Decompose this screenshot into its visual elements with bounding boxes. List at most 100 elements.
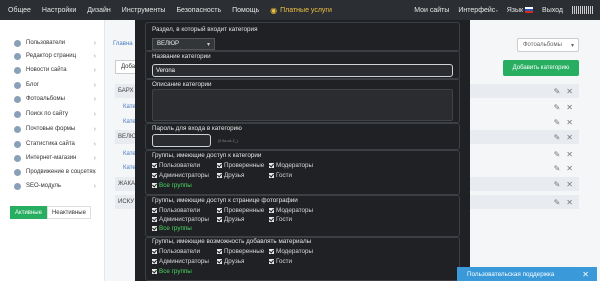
sidebar-item-photoalbums[interactable]: Фотоальбомы › [14, 93, 102, 105]
checkbox-users[interactable]: Пользователи [152, 162, 200, 169]
checkbox-checked-icon [152, 249, 157, 254]
edit-icon[interactable]: ✎ [554, 118, 561, 127]
checkbox-label: Модераторы [276, 207, 314, 214]
tab-active[interactable]: Активные [10, 206, 47, 219]
module-status-tabs: Активные Неактивные [10, 206, 91, 219]
checkbox-guests[interactable]: Гости [269, 172, 292, 179]
user-nickname-scribble[interactable] [572, 6, 594, 14]
checkbox-moderators[interactable]: Модераторы [269, 162, 313, 169]
nav-help[interactable]: Помощь [232, 7, 259, 14]
checkbox-administrators[interactable]: Администраторы [152, 216, 209, 223]
checkbox-all-groups[interactable]: Все группы [152, 182, 192, 189]
category-password-input[interactable] [152, 134, 211, 147]
checkbox-friends[interactable]: Друзья [217, 258, 244, 265]
close-icon[interactable]: ✕ [582, 270, 589, 279]
support-label: Пользовательская поддержка [467, 270, 555, 278]
tab-inactive[interactable]: Неактивные [46, 206, 91, 219]
checkbox-friends[interactable]: Друзья [217, 172, 244, 179]
checkbox-verified[interactable]: Проверенные [217, 248, 264, 255]
nav-paid-services[interactable]: ◉ Платные услуги [270, 6, 332, 15]
interface-label: Интерфейс [458, 6, 496, 14]
sidebar-item-social-promotion[interactable]: Продвижение в соцсетях › [14, 166, 102, 178]
support-widget[interactable]: Пользовательская поддержка ✕ [457, 267, 597, 281]
blog-icon [14, 81, 21, 89]
row-label: Кате [123, 104, 136, 110]
sidebar-item-news[interactable]: Новости сайта › [14, 64, 102, 76]
delete-icon[interactable]: ✕ [566, 133, 573, 142]
checkbox-checked-icon [152, 269, 157, 274]
checkbox-all-groups[interactable]: Все группы [152, 268, 192, 275]
row-actions: ✎ ✕ [548, 87, 573, 96]
checkbox-checked-icon [269, 259, 274, 264]
sidebar-item-seo[interactable]: SEO-модуль › [14, 180, 102, 192]
sidebar-item-mail-forms[interactable]: Почтовые формы › [14, 123, 102, 135]
nav-settings[interactable]: Настройки [42, 7, 76, 14]
checkbox-guests[interactable]: Гости [269, 216, 292, 223]
edit-icon[interactable]: ✎ [554, 164, 561, 173]
checkbox-guests[interactable]: Гости [269, 258, 292, 265]
delete-icon[interactable]: ✕ [566, 180, 573, 189]
nav-design[interactable]: Дизайн [87, 7, 111, 14]
checkbox-users[interactable]: Пользователи [152, 207, 200, 214]
add-category-button[interactable]: Добавить категорию [503, 60, 579, 76]
interface-link[interactable]: Интерфейс▪ [458, 7, 497, 14]
checkbox-label: Гости [276, 258, 293, 265]
checkbox-checked-icon [217, 173, 222, 178]
edit-icon[interactable]: ✎ [554, 198, 561, 207]
checkbox-moderators[interactable]: Модераторы [269, 207, 313, 214]
module-select[interactable]: Фотоальбомы ▾ [517, 38, 579, 52]
checkbox-verified[interactable]: Проверенные [217, 162, 264, 169]
mail-icon [14, 125, 21, 133]
sidebar-item-label: Редактор страниц [26, 53, 77, 59]
sidebar-item-label: Пользователи [26, 40, 66, 46]
sidebar-item-label: Интернет-магазин [26, 155, 77, 161]
section-select[interactable]: ВЕЛЮР ▾ [152, 38, 215, 50]
checkbox-checked-icon [152, 163, 157, 168]
checkbox-checked-icon [152, 259, 157, 264]
edit-icon[interactable]: ✎ [554, 87, 561, 96]
nav-security[interactable]: Безопасность [176, 7, 221, 14]
section-label: Раздел, в который входит категория [152, 26, 258, 33]
edit-icon[interactable]: ✎ [554, 103, 561, 112]
checkbox-all-groups[interactable]: Все группы [152, 225, 192, 232]
sidebar-item-users[interactable]: Пользователи › [14, 37, 102, 49]
sidebar-item-statistics[interactable]: Статистика сайта › [14, 138, 102, 150]
delete-icon[interactable]: ✕ [566, 150, 573, 159]
delete-icon[interactable]: ✕ [566, 103, 573, 112]
delete-icon[interactable]: ✕ [566, 198, 573, 207]
edit-icon[interactable]: ✎ [554, 133, 561, 142]
checkbox-friends[interactable]: Друзья [217, 216, 244, 223]
my-sites-link[interactable]: Мои сайты [414, 7, 449, 14]
checkbox-label: Пользователи [159, 207, 201, 214]
delete-icon[interactable]: ✕ [566, 164, 573, 173]
category-edit-modal: Раздел, в который входит категория ВЕЛЮР… [135, 20, 470, 281]
checkbox-moderators[interactable]: Модераторы [269, 248, 313, 255]
password-hint: (0-9a-zA-Z_) [218, 139, 238, 143]
category-name-input[interactable]: Verona [152, 64, 453, 77]
edit-icon[interactable]: ✎ [554, 180, 561, 189]
chevron-right-icon: › [93, 95, 96, 103]
row-actions: ✎ ✕ [548, 103, 573, 112]
sidebar-item-site-search[interactable]: Поиск по сайту › [14, 108, 102, 120]
delete-icon[interactable]: ✕ [566, 118, 573, 127]
checkbox-checked-icon [269, 217, 274, 222]
category-description-textarea[interactable] [152, 89, 453, 121]
checkbox-administrators[interactable]: Администраторы [152, 172, 209, 179]
checkbox-users[interactable]: Пользователи [152, 248, 200, 255]
chevron-right-icon: › [93, 140, 96, 148]
nav-general[interactable]: Общее [8, 7, 31, 14]
nav-tools[interactable]: Инструменты [122, 7, 166, 14]
checkbox-label: Пользователи [159, 162, 201, 169]
delete-icon[interactable]: ✕ [566, 87, 573, 96]
sidebar-item-page-editor[interactable]: Редактор страниц › [14, 50, 102, 62]
sidebar-item-online-store[interactable]: Интернет-магазин › [14, 152, 102, 164]
nav-paid-label: Платные услуги [280, 6, 332, 14]
checkbox-verified[interactable]: Проверенные [217, 207, 264, 214]
language-link[interactable]: Язык [507, 7, 534, 14]
sidebar-item-label: Статистика сайта [26, 141, 75, 147]
checkbox-administrators[interactable]: Администраторы [152, 258, 209, 265]
logout-link[interactable]: Выход [542, 7, 563, 14]
edit-icon[interactable]: ✎ [554, 150, 561, 159]
breadcrumb[interactable]: Главна [113, 41, 133, 47]
sidebar-item-blog[interactable]: Блог › [14, 79, 102, 91]
